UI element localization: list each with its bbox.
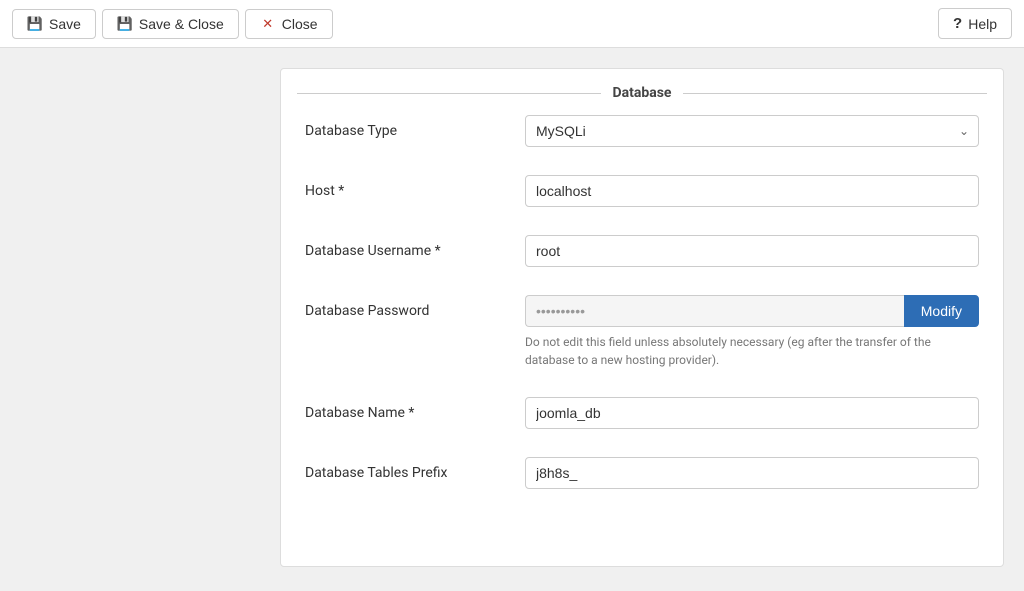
db-type-field: MySQLi MySQL (PDO) PostgreSQL SQLite ⌄ [525,115,979,147]
db-prefix-input[interactable] [525,457,979,489]
help-label: Help [968,16,997,32]
toolbar: 💾 Save 💾 Save & Close ✕ Close ? Help [0,0,1024,48]
db-type-label: Database Type [305,115,525,139]
help-icon: ? [953,15,962,32]
section-header: Database [281,85,1003,101]
db-username-field [525,235,979,267]
db-password-label: Database Password [305,295,525,319]
close-button[interactable]: ✕ Close [245,9,333,39]
close-label: Close [282,16,318,32]
form-panel: Database Database Type MySQLi MySQL (PDO… [280,68,1004,567]
db-type-select-wrapper: MySQLi MySQL (PDO) PostgreSQL SQLite ⌄ [525,115,979,147]
db-password-row: Database Password Modify Do not edit thi… [281,281,1003,383]
save-close-label: Save & Close [139,16,224,32]
sidebar [20,68,280,567]
save-label: Save [49,16,81,32]
section-title: Database [601,85,684,101]
db-username-row: Database Username * [281,221,1003,281]
db-type-select[interactable]: MySQLi MySQL (PDO) PostgreSQL SQLite [525,115,979,147]
db-username-label: Database Username * [305,235,525,259]
host-label: Host * [305,175,525,199]
host-input[interactable] [525,175,979,207]
db-name-row: Database Name * [281,383,1003,443]
host-row: Host * [281,161,1003,221]
db-password-field: Modify Do not edit this field unless abs… [525,295,979,369]
save-close-icon: 💾 [117,16,133,32]
db-name-input[interactable] [525,397,979,429]
password-hint: Do not edit this field unless absolutely… [525,333,979,369]
password-group: Modify [525,295,979,327]
host-field [525,175,979,207]
db-type-row: Database Type MySQLi MySQL (PDO) Postgre… [281,101,1003,161]
db-prefix-label: Database Tables Prefix [305,457,525,481]
save-button[interactable]: 💾 Save [12,9,96,39]
db-prefix-row: Database Tables Prefix [281,443,1003,503]
save-icon: 💾 [27,16,43,32]
db-name-field [525,397,979,429]
db-name-label: Database Name * [305,397,525,421]
close-icon: ✕ [260,16,276,32]
section-header-right-line [683,93,987,94]
main-content: Database Database Type MySQLi MySQL (PDO… [0,48,1024,587]
help-button[interactable]: ? Help [938,8,1012,39]
db-prefix-field [525,457,979,489]
save-close-button[interactable]: 💾 Save & Close [102,9,239,39]
db-password-input [525,295,904,327]
modify-button[interactable]: Modify [904,295,979,327]
db-username-input[interactable] [525,235,979,267]
section-header-left-line [297,93,601,94]
